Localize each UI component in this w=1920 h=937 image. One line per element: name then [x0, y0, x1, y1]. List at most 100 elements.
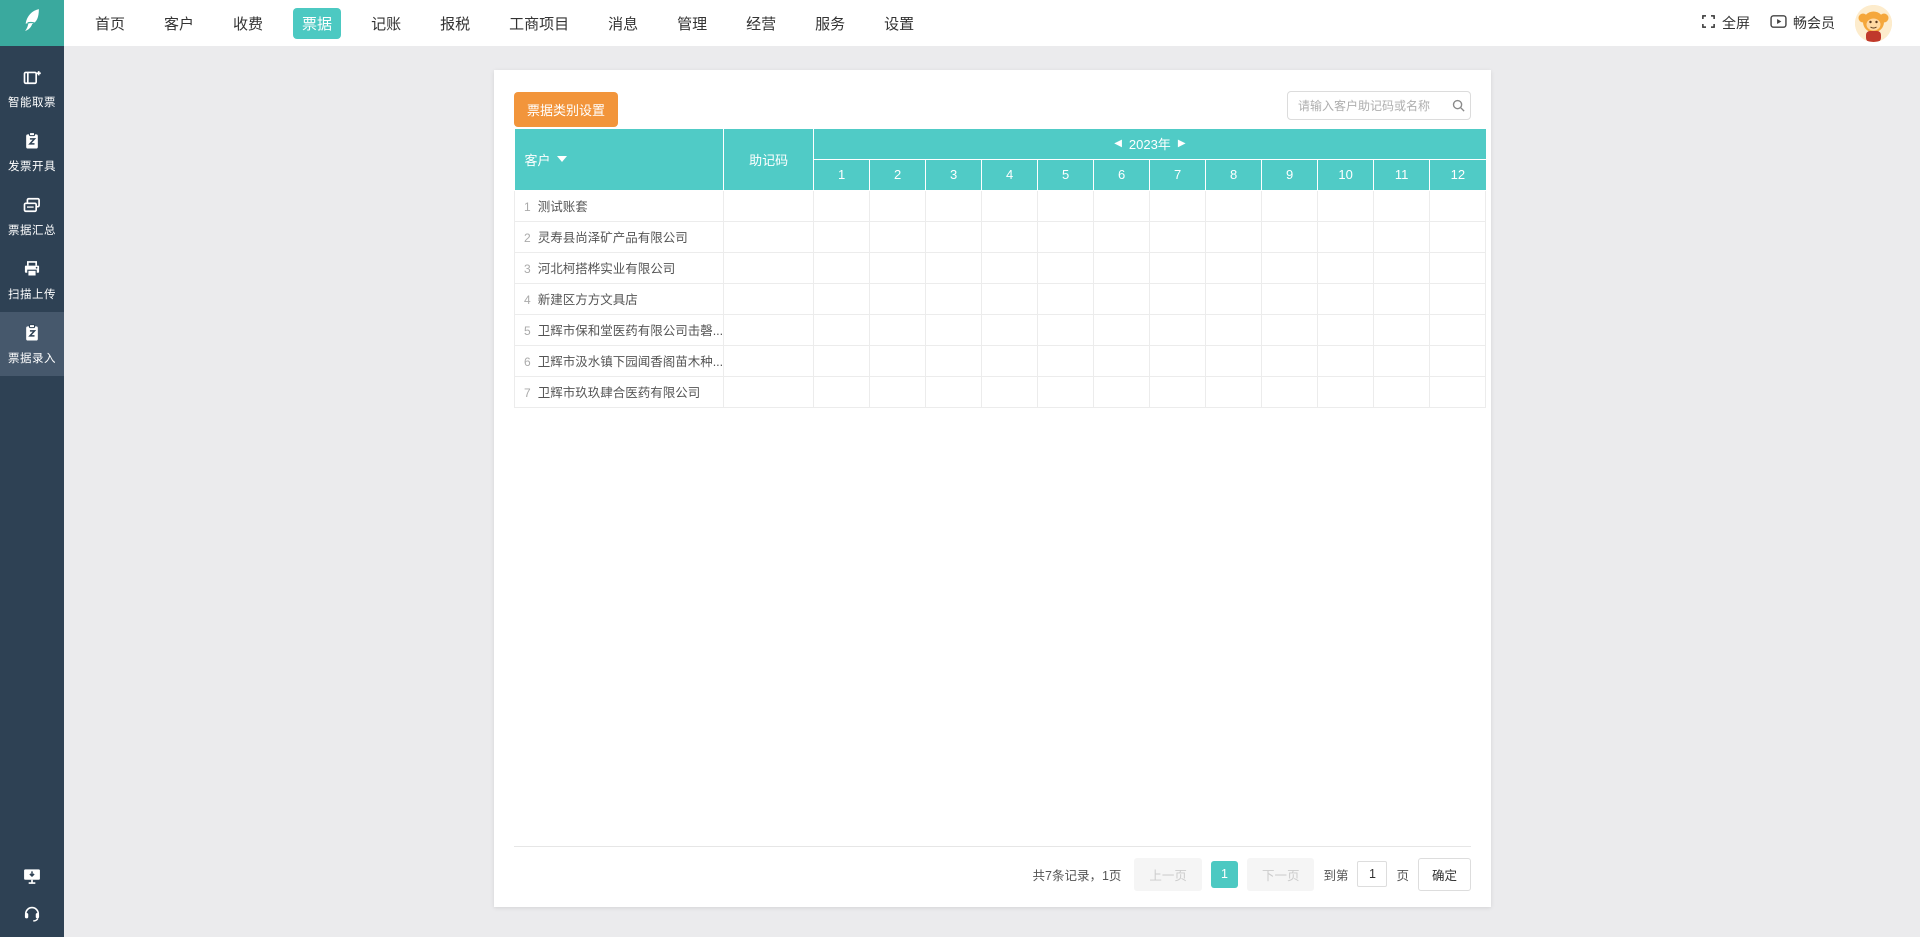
month-cell-6	[1094, 252, 1150, 283]
month-header-7: 7	[1150, 159, 1206, 190]
month-header-12: 12	[1430, 159, 1486, 190]
customer-name-cell[interactable]: 2灵寿县尚泽矿产品有限公司	[515, 221, 724, 252]
month-cell-11	[1374, 283, 1430, 314]
prev-page-button[interactable]: 上一页	[1134, 858, 1202, 891]
search-icon[interactable]	[1446, 98, 1470, 113]
mnemonic-cell	[724, 314, 814, 345]
table-row[interactable]: 7卫辉市玖玖肆合医药有限公司	[515, 376, 1486, 407]
year-header: ◀ 2023年 ▶	[814, 129, 1486, 159]
next-year-icon[interactable]: ▶	[1178, 139, 1186, 149]
avatar[interactable]	[1855, 5, 1892, 42]
customer-name-cell[interactable]: 5卫辉市保和堂医药有限公司击磬...	[515, 314, 724, 345]
month-cell-10	[1318, 314, 1374, 345]
month-cell-5	[1038, 345, 1094, 376]
nav-item-home[interactable]: 首页	[86, 8, 134, 39]
nav-item-management[interactable]: 管理	[668, 8, 716, 39]
mnemonic-cell	[724, 283, 814, 314]
app-logo[interactable]	[0, 0, 64, 46]
table-row[interactable]: 2灵寿县尚泽矿产品有限公司	[515, 221, 1486, 252]
sidebar-item-scan-upload[interactable]: 扫描上传	[0, 248, 64, 312]
sidebar-item-label: 智能取票	[8, 94, 56, 110]
month-cell-8	[1206, 190, 1262, 221]
month-cell-5	[1038, 252, 1094, 283]
nav-item-customers[interactable]: 客户	[155, 8, 203, 39]
row-index: 7	[524, 386, 531, 400]
month-cell-4	[982, 314, 1038, 345]
month-header-5: 5	[1038, 159, 1094, 190]
mnemonic-cell	[724, 345, 814, 376]
year-label: 2023年	[1129, 134, 1171, 153]
table-row[interactable]: 6卫辉市汲水镇下园闻香阁苗木种...	[515, 345, 1486, 376]
month-cell-7	[1150, 345, 1206, 376]
row-index: 3	[524, 262, 531, 276]
goto-page-input[interactable]	[1357, 861, 1387, 887]
month-cell-2	[870, 314, 926, 345]
table-row[interactable]: 3河北柯搭桦实业有限公司	[515, 252, 1486, 283]
nav-item-operations[interactable]: 经营	[737, 8, 785, 39]
month-cell-2	[870, 345, 926, 376]
main-nav: 首页客户收费票据记账报税工商项目消息管理经营服务设置	[86, 8, 923, 39]
nav-item-services[interactable]: 服务	[806, 8, 854, 39]
nav-item-tax-filing[interactable]: 报税	[431, 8, 479, 39]
month-cell-4	[982, 190, 1038, 221]
month-cell-12	[1430, 252, 1486, 283]
month-cell-2	[870, 283, 926, 314]
customer-name-cell[interactable]: 6卫辉市汲水镇下园闻香阁苗木种...	[515, 345, 724, 376]
customer-name-cell[interactable]: 3河北柯搭桦实业有限公司	[515, 252, 724, 283]
month-cell-8	[1206, 252, 1262, 283]
member-label: 畅会员	[1793, 13, 1835, 33]
month-cell-9	[1262, 252, 1318, 283]
table-row[interactable]: 4新建区方方文具店	[515, 283, 1486, 314]
search-input[interactable]	[1288, 99, 1446, 113]
topbar-right: 全屏 畅会员	[1701, 5, 1920, 42]
fullscreen-button[interactable]: 全屏	[1701, 13, 1750, 33]
sidebar-item-label: 扫描上传	[8, 286, 56, 302]
sidebar-item-ticket-entry[interactable]: 票据录入	[0, 312, 64, 376]
nav-item-business-projects[interactable]: 工商项目	[500, 8, 578, 39]
month-cell-3	[926, 283, 982, 314]
customer-name-cell[interactable]: 1测试账套	[515, 190, 724, 221]
ticket-category-settings-button[interactable]: 票据类别设置	[514, 92, 618, 127]
month-cell-11	[1374, 190, 1430, 221]
month-header-10: 10	[1318, 159, 1374, 190]
month-cell-7	[1150, 376, 1206, 407]
sidebar-item-smart-ticket-fetch[interactable]: 智能取票	[0, 56, 64, 120]
month-cell-10	[1318, 190, 1374, 221]
next-page-button[interactable]: 下一页	[1247, 858, 1315, 891]
month-cell-9	[1262, 283, 1318, 314]
sidebar-item-ticket-summary[interactable]: 票据汇总	[0, 184, 64, 248]
fullscreen-label: 全屏	[1722, 13, 1750, 33]
table-row[interactable]: 1测试账套	[515, 190, 1486, 221]
row-index: 4	[524, 293, 531, 307]
month-cell-6	[1094, 190, 1150, 221]
customer-name-cell[interactable]: 4新建区方方文具店	[515, 283, 724, 314]
month-cell-6	[1094, 221, 1150, 252]
pagination: 共7条记录，1页 上一页 1 下一页 到第 页 确定	[1033, 860, 1471, 888]
nav-item-bookkeeping[interactable]: 记账	[362, 8, 410, 39]
prev-year-icon[interactable]: ◀	[1114, 139, 1122, 149]
month-cell-10	[1318, 283, 1374, 314]
month-cell-5	[1038, 221, 1094, 252]
monitor-download-icon[interactable]	[22, 866, 42, 886]
month-cell-9	[1262, 345, 1318, 376]
nav-item-messages[interactable]: 消息	[599, 8, 647, 39]
customer-column-header[interactable]: 客户	[515, 129, 724, 190]
customer-header-label: 客户	[525, 150, 551, 169]
customer-name-cell[interactable]: 7卫辉市玖玖肆合医药有限公司	[515, 376, 724, 407]
month-cell-10	[1318, 345, 1374, 376]
table-row[interactable]: 5卫辉市保和堂医药有限公司击磬...	[515, 314, 1486, 345]
headset-icon[interactable]	[22, 903, 42, 923]
leaf-logo-icon	[17, 6, 47, 41]
sidebar: 智能取票发票开具票据汇总扫描上传票据录入	[0, 46, 64, 937]
sidebar-item-label: 票据汇总	[8, 222, 56, 238]
mnemonic-cell	[724, 376, 814, 407]
sidebar-item-invoice-issuing[interactable]: 发票开具	[0, 120, 64, 184]
month-cell-2	[870, 190, 926, 221]
current-page-button[interactable]: 1	[1211, 861, 1238, 888]
nav-item-fees[interactable]: 收费	[224, 8, 272, 39]
mnemonic-cell	[724, 221, 814, 252]
member-button[interactable]: 畅会员	[1770, 13, 1835, 33]
nav-item-settings[interactable]: 设置	[875, 8, 923, 39]
confirm-page-button[interactable]: 确定	[1418, 858, 1471, 891]
nav-item-tickets[interactable]: 票据	[293, 8, 341, 39]
